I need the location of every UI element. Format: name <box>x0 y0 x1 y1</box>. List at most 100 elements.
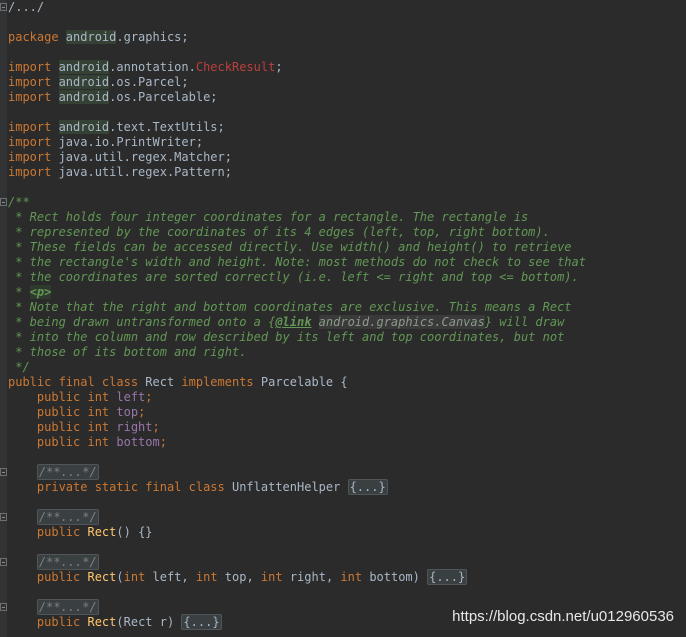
code-token: * those of its bottom and right. <box>8 345 247 359</box>
collapsed-region[interactable]: /**...*/ <box>36 554 99 570</box>
code-text: public int bottom; <box>8 435 167 450</box>
fold-toggle-icon[interactable] <box>0 603 7 611</box>
code-token: ; <box>275 60 283 74</box>
code-text: /.../ <box>8 0 44 15</box>
code-token: public <box>8 615 88 629</box>
code-text: public int right; <box>8 420 160 435</box>
code-token: * Rect holds four integer coordinates fo… <box>8 210 529 224</box>
code-text: /**...*/ <box>8 509 99 525</box>
code-token: java.io.PrintWriter; <box>58 135 204 149</box>
code-token: android <box>58 120 110 134</box>
code-token: android <box>65 30 117 44</box>
code-token: java.util.regex.Matcher; <box>58 150 232 164</box>
code-line: * Note that the right and bottom coordin… <box>0 300 686 315</box>
code-token: * represented by the coordinates of its … <box>8 225 550 239</box>
code-line: /**...*/ <box>0 554 686 570</box>
code-editor[interactable]: /.../ package android.graphics; import and… <box>0 0 686 637</box>
code-token: import <box>8 165 59 179</box>
code-line: */ <box>0 360 686 375</box>
code-line: import java.util.regex.Pattern; <box>0 165 686 180</box>
code-token: } will draw <box>484 315 565 329</box>
code-token: java.util.regex.Pattern; <box>58 165 232 179</box>
code-text: * <p> <box>8 285 52 300</box>
code-line: * These fields can be accessed directly.… <box>0 240 686 255</box>
code-line: * Rect holds four integer coordinates fo… <box>0 210 686 225</box>
collapsed-region[interactable]: {...} <box>347 479 388 495</box>
code-text: import android.os.Parcelable; <box>8 90 218 105</box>
fold-toggle-icon[interactable] <box>0 558 7 566</box>
code-line: * being drawn untransformed onto a {@lin… <box>0 315 686 330</box>
code-text: */ <box>8 360 30 375</box>
code-token: .text.TextUtils; <box>109 120 225 134</box>
code-token: import <box>8 90 59 104</box>
code-token: int <box>123 570 153 584</box>
code-text: import java.util.regex.Pattern; <box>8 165 232 180</box>
code-line: public Rect() {} <box>0 525 686 540</box>
code-token: Rect <box>87 525 117 539</box>
fold-toggle-icon[interactable] <box>0 468 7 476</box>
code-line: package android.graphics; <box>0 30 686 45</box>
code-line: /**...*/ <box>0 509 686 525</box>
code-line: * the coordinates are sorted correctly (… <box>0 270 686 285</box>
code-line: * into the column and row described by i… <box>0 330 686 345</box>
code-text: import android.annotation.CheckResult; <box>8 60 283 75</box>
code-token: * into the column and row described by i… <box>8 330 565 344</box>
collapsed-region[interactable]: /**...*/ <box>36 599 99 615</box>
code-token: left <box>116 390 146 404</box>
code-token: int <box>340 570 370 584</box>
code-token: left, <box>152 570 196 584</box>
collapsed-region[interactable]: /**...*/ <box>36 509 99 525</box>
code-text: private static final class UnflattenHelp… <box>8 479 388 495</box>
fold-toggle-icon[interactable] <box>0 513 7 521</box>
code-token: import <box>8 75 59 89</box>
code-token: /.../ <box>8 0 45 14</box>
code-token: bottom <box>116 435 160 449</box>
code-token: <p> <box>29 285 52 299</box>
code-line: /** <box>0 195 686 210</box>
code-token: android <box>58 90 110 104</box>
code-token: Parcelable { <box>260 375 348 389</box>
code-text: * Rect holds four integer coordinates fo… <box>8 210 528 225</box>
code-text: /**...*/ <box>8 554 99 570</box>
fold-toggle-icon[interactable] <box>0 3 7 11</box>
code-text: public Rect(int left, int top, int right… <box>8 569 468 585</box>
collapsed-region[interactable]: {...} <box>427 569 468 585</box>
code-token: CheckResult <box>195 60 276 74</box>
code-token: private static final class <box>8 480 232 494</box>
code-token: .graphics; <box>116 30 189 44</box>
code-token: .annotation. <box>109 60 196 74</box>
code-text: * represented by the coordinates of its … <box>8 225 550 240</box>
code-token: int <box>195 570 225 584</box>
code-token: @link <box>275 315 312 329</box>
code-text: * those of its bottom and right. <box>8 345 246 360</box>
watermark: https://blog.csdn.net/u012960536 <box>450 608 676 625</box>
code-token: (Rect r) <box>116 615 182 629</box>
code-text: /**...*/ <box>8 464 99 480</box>
code-token: right <box>116 420 153 434</box>
code-text: * the coordinates are sorted correctly (… <box>8 270 579 285</box>
collapsed-region[interactable]: /**...*/ <box>36 464 99 480</box>
code-token: ; <box>145 390 153 404</box>
code-token: * the rectangle's width and height. Note… <box>8 255 586 269</box>
collapsed-region[interactable]: {...} <box>181 614 222 630</box>
code-token: public int <box>8 435 117 449</box>
code-text: package android.graphics; <box>8 30 189 45</box>
code-token: android <box>58 75 110 89</box>
code-token: public int <box>8 420 117 434</box>
code-token: public int <box>8 390 117 404</box>
code-line: /**...*/ <box>0 464 686 480</box>
code-token: */ <box>8 360 30 374</box>
code-text: import java.io.PrintWriter; <box>8 135 203 150</box>
code-line: * those of its bottom and right. <box>0 345 686 360</box>
code-text: * being drawn untransformed onto a {@lin… <box>8 315 564 330</box>
code-token: Rect <box>87 570 117 584</box>
code-text: import java.util.regex.Matcher; <box>8 150 232 165</box>
code-token: implements <box>181 375 261 389</box>
code-line: public Rect(int left, int top, int right… <box>0 569 686 585</box>
fold-toggle-icon[interactable] <box>0 198 7 206</box>
